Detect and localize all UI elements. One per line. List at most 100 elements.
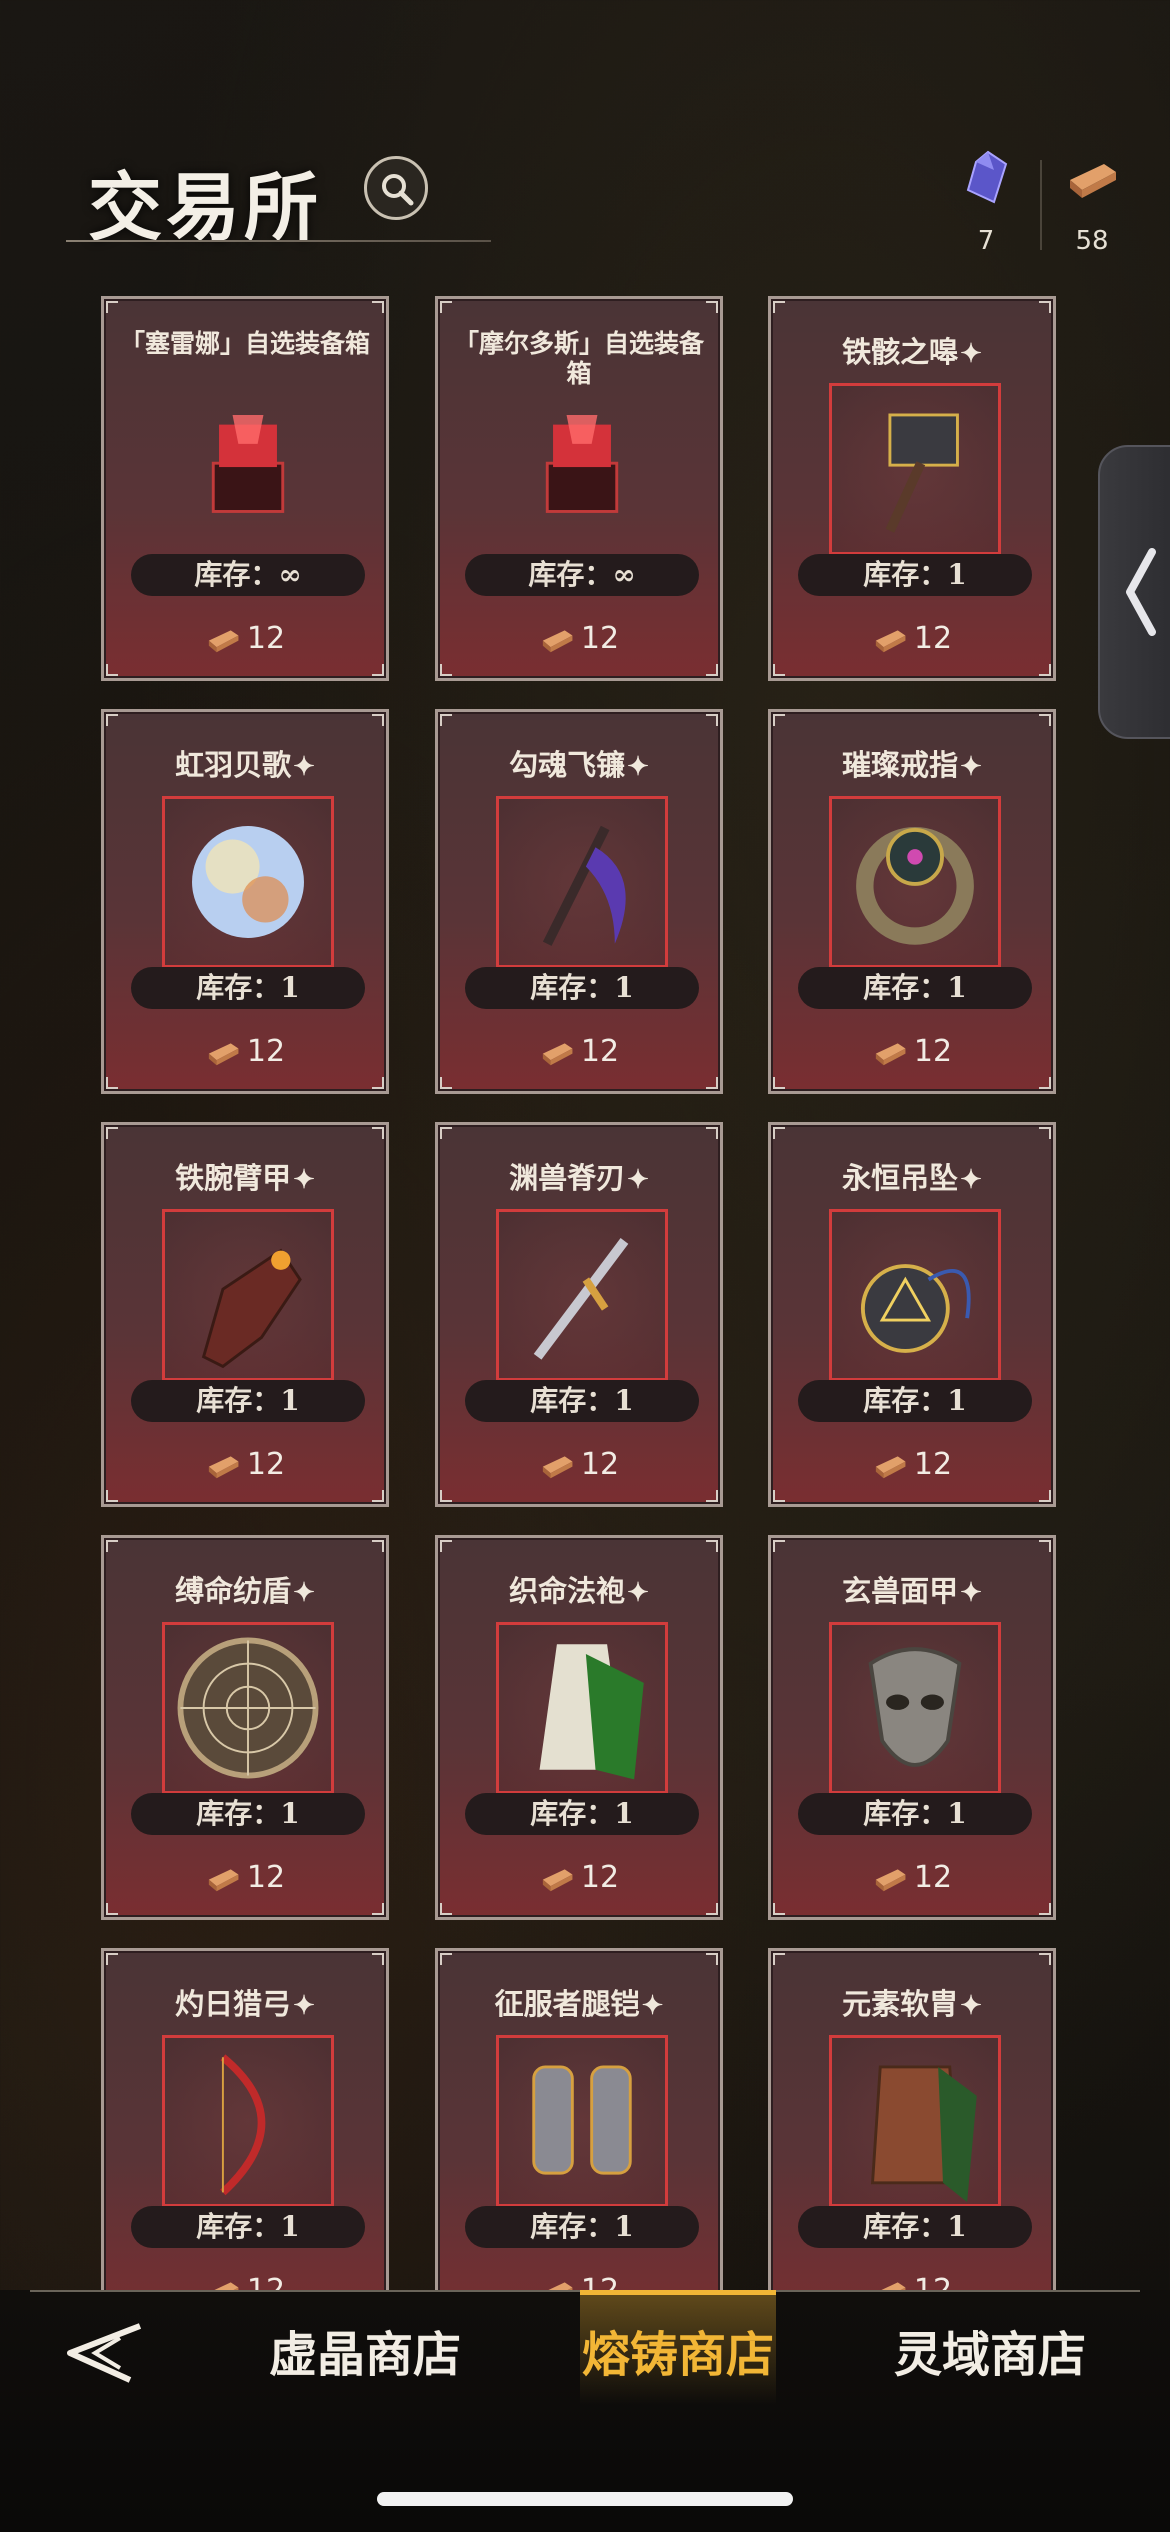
item-name-row: 铁骸之嗥✦ [779, 335, 1045, 371]
item-image-frame [496, 2035, 668, 2207]
item-card[interactable]: 「塞雷娜」自选装备箱 库存：∞ 12 [101, 296, 389, 681]
item-name: 永恒吊坠 [842, 1161, 959, 1195]
price-value: 12 [913, 621, 953, 656]
card-corner [706, 1953, 718, 1965]
item-image-frame [162, 796, 334, 968]
item-name-row: 勾魂飞镰✦ [446, 748, 712, 784]
bow-icon [220, 2054, 266, 2196]
item-name-row: 渊兽脊刃✦ [446, 1161, 712, 1197]
item-name-row: 玄兽面甲✦ [779, 1574, 1045, 1610]
price-value: 12 [580, 1034, 620, 1069]
tab-spirit-realm-shop[interactable]: 灵域商店 [880, 2315, 1100, 2395]
item-card[interactable]: 勾魂飞镰✦ 库存：1 12 [435, 709, 723, 1094]
item-card[interactable]: 缚命纺盾✦ 库存：1 12 [101, 1535, 389, 1920]
card-corner [1039, 664, 1051, 676]
chest-icon [211, 414, 285, 513]
card-corner [106, 1903, 118, 1915]
stock-label: 库存：1 [798, 967, 1032, 1009]
ingot-icon [875, 1455, 906, 1478]
back-button[interactable] [60, 2318, 150, 2388]
stock-label: 库存：1 [465, 2206, 699, 2248]
orb-icon [192, 826, 304, 938]
stock-label: 库存：1 [798, 554, 1032, 596]
sparkle-icon: ✦ [293, 1991, 315, 2021]
item-card[interactable]: 永恒吊坠✦ 库存：1 12 [768, 1122, 1056, 1507]
card-corner [1039, 1953, 1051, 1965]
ingot-icon [208, 1868, 239, 1891]
item-card[interactable]: 征服者腿铠✦ 库存：1 12 [435, 1948, 723, 2290]
card-corner [372, 1903, 384, 1915]
card-corner [773, 1903, 785, 1915]
item-name: 虹羽贝歌 [175, 748, 292, 782]
ingot-icon [208, 629, 239, 652]
ingot-icon [875, 629, 906, 652]
stock-label: 库存：1 [131, 967, 365, 1009]
scythe-icon [542, 825, 626, 946]
item-image-frame [829, 2035, 1001, 2207]
price-row: 12 [438, 2273, 720, 2290]
item-name: 灼日猎弓 [175, 1987, 292, 2021]
item-card[interactable]: 玄兽面甲✦ 库存：1 12 [768, 1535, 1056, 1920]
item-image-frame [162, 1622, 334, 1794]
item-card[interactable]: 铁骸之嗥✦ 库存：1 12 [768, 296, 1056, 681]
item-name: 勾魂飞镰 [509, 748, 626, 782]
tab-void-crystal-shop[interactable]: 虚晶商店 [255, 2315, 475, 2395]
item-card[interactable]: 璀璨戒指✦ 库存：1 12 [768, 709, 1056, 1094]
item-image-frame [829, 1209, 1001, 1381]
price-value: 12 [246, 1860, 286, 1895]
item-card[interactable]: 「摩尔多斯」自选装备箱 库存：∞ 12 [435, 296, 723, 681]
card-corner [1039, 1540, 1051, 1552]
price-row: 12 [771, 1447, 1053, 1482]
price-row: 12 [438, 1447, 720, 1482]
card-corner [372, 1953, 384, 1965]
ingot-icon [213, 2281, 239, 2290]
item-name: 铁腕臂甲 [175, 1161, 292, 1195]
card-corner [773, 664, 785, 676]
item-name-row: 织命法袍✦ [446, 1574, 712, 1610]
price-row: 12 [104, 621, 386, 656]
item-card[interactable]: 铁腕臂甲✦ 库存：1 12 [101, 1122, 389, 1507]
ingot-icon [542, 1868, 573, 1891]
item-name: 缚命纺盾 [175, 1574, 292, 1608]
stock-label: 库存：1 [798, 2206, 1032, 2248]
item-card[interactable]: 织命法袍✦ 库存：1 12 [435, 1535, 723, 1920]
sparkle-icon: ✦ [627, 1578, 649, 1608]
ingot-icon [547, 2281, 573, 2290]
price-value: 12 [580, 1860, 620, 1895]
item-card[interactable]: 虹羽贝歌✦ 库存：1 12 [101, 709, 389, 1094]
item-card[interactable]: 元素软胄✦ 库存：1 12 [768, 1948, 1056, 2290]
item-image-frame [496, 1209, 668, 1381]
card-corner [773, 301, 785, 313]
card-corner [773, 1127, 785, 1139]
card-corner [773, 714, 785, 726]
card-corner [106, 664, 118, 676]
sparkle-icon: ✦ [960, 752, 982, 782]
card-corner [440, 664, 452, 676]
item-card[interactable]: 渊兽脊刃✦ 库存：1 12 [435, 1122, 723, 1507]
card-corner [440, 1953, 452, 1965]
item-image-frame [162, 1209, 334, 1381]
item-name-row: 虹羽贝歌✦ [112, 748, 378, 784]
card-corner [1039, 1127, 1051, 1139]
ring-icon [856, 826, 974, 945]
card-corner [1039, 1490, 1051, 1502]
item-name: 铁骸之嗥 [842, 335, 959, 369]
stock-label: 库存：∞ [465, 554, 699, 596]
price-row: 12 [771, 1860, 1053, 1895]
item-image-frame [162, 2035, 334, 2207]
stock-label: 库存：1 [798, 1380, 1032, 1422]
tab-forge-shop[interactable]: 熔铸商店 [568, 2315, 788, 2395]
item-card[interactable]: 灼日猎弓✦ 库存：1 12 [101, 1948, 389, 2290]
card-corner [706, 1540, 718, 1552]
card-corner [440, 1903, 452, 1915]
sparkle-icon: ✦ [960, 1991, 982, 2021]
card-corner [773, 1490, 785, 1502]
stock-label: 库存：1 [798, 1793, 1032, 1835]
card-corner [706, 1903, 718, 1915]
price-value: 12 [580, 1447, 620, 1482]
price-row: 12 [771, 621, 1053, 656]
item-image-frame [829, 796, 1001, 968]
item-image-frame [829, 1622, 1001, 1794]
price-row: 12 [771, 1034, 1053, 1069]
card-corner [372, 664, 384, 676]
